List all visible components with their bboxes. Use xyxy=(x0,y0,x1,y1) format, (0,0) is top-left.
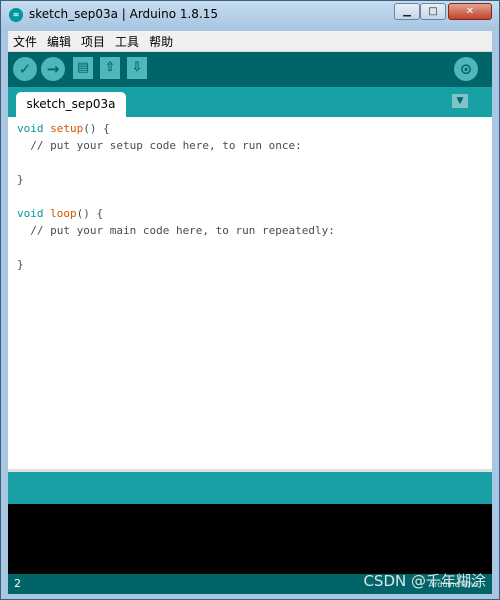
loop-signature: () { xyxy=(76,207,104,220)
tab-sketch[interactable]: sketch_sep03a xyxy=(16,92,126,117)
console-output[interactable] xyxy=(8,504,492,574)
setup-close-brace: } xyxy=(17,173,24,186)
code-editor[interactable]: void setup() { // put your setup code he… xyxy=(8,117,492,469)
csdn-watermark: CSDN @千年糊涂 xyxy=(363,572,486,590)
function-setup: setup xyxy=(50,122,84,135)
line-number: 2 xyxy=(14,577,21,590)
setup-comment: // put your setup code here, to run once… xyxy=(17,139,302,152)
window-title: sketch_sep03a | Arduino 1.8.15 xyxy=(29,7,219,21)
menu-edit[interactable]: 编辑 xyxy=(42,32,76,52)
function-loop: loop xyxy=(50,207,77,220)
status-bar xyxy=(8,472,492,504)
code-text[interactable]: void setup() { // put your setup code he… xyxy=(17,120,335,273)
title-bar[interactable]: ∞ sketch_sep03a | Arduino 1.8.15 ▁ □ ✕ xyxy=(1,1,499,29)
menu-sketch[interactable]: 项目 xyxy=(76,32,110,52)
loop-close-brace: } xyxy=(17,258,24,271)
tab-menu-icon[interactable]: ▼ xyxy=(452,94,468,108)
save-icon[interactable]: ⇩ xyxy=(127,57,147,79)
menu-help[interactable]: 帮助 xyxy=(144,32,178,52)
arduino-window: ∞ sketch_sep03a | Arduino 1.8.15 ▁ □ ✕ 文… xyxy=(0,0,500,600)
arduino-logo-icon: ∞ xyxy=(9,8,23,22)
tab-bar: sketch_sep03a ▼ xyxy=(8,87,492,117)
serial-monitor-icon[interactable]: ⊙ xyxy=(454,57,478,81)
keyword-void: void xyxy=(17,122,44,135)
menu-bar: 文件 编辑 项目 工具 帮助 xyxy=(8,31,492,52)
menu-tools[interactable]: 工具 xyxy=(110,32,144,52)
open-icon[interactable]: ⇧ xyxy=(100,57,120,79)
keyword-void: void xyxy=(17,207,44,220)
new-icon[interactable]: ▤ xyxy=(73,57,93,79)
close-button[interactable]: ✕ xyxy=(448,3,492,20)
maximize-button[interactable]: □ xyxy=(420,3,446,20)
minimize-button[interactable]: ▁ xyxy=(394,3,420,20)
setup-signature: () { xyxy=(83,122,110,135)
loop-comment: // put your main code here, to run repea… xyxy=(17,224,335,237)
verify-icon[interactable]: ✓ xyxy=(13,57,37,81)
menu-file[interactable]: 文件 xyxy=(8,32,42,52)
upload-icon[interactable]: → xyxy=(41,57,65,81)
toolbar: ✓ → ▤ ⇧ ⇩ ⊙ xyxy=(8,52,492,87)
